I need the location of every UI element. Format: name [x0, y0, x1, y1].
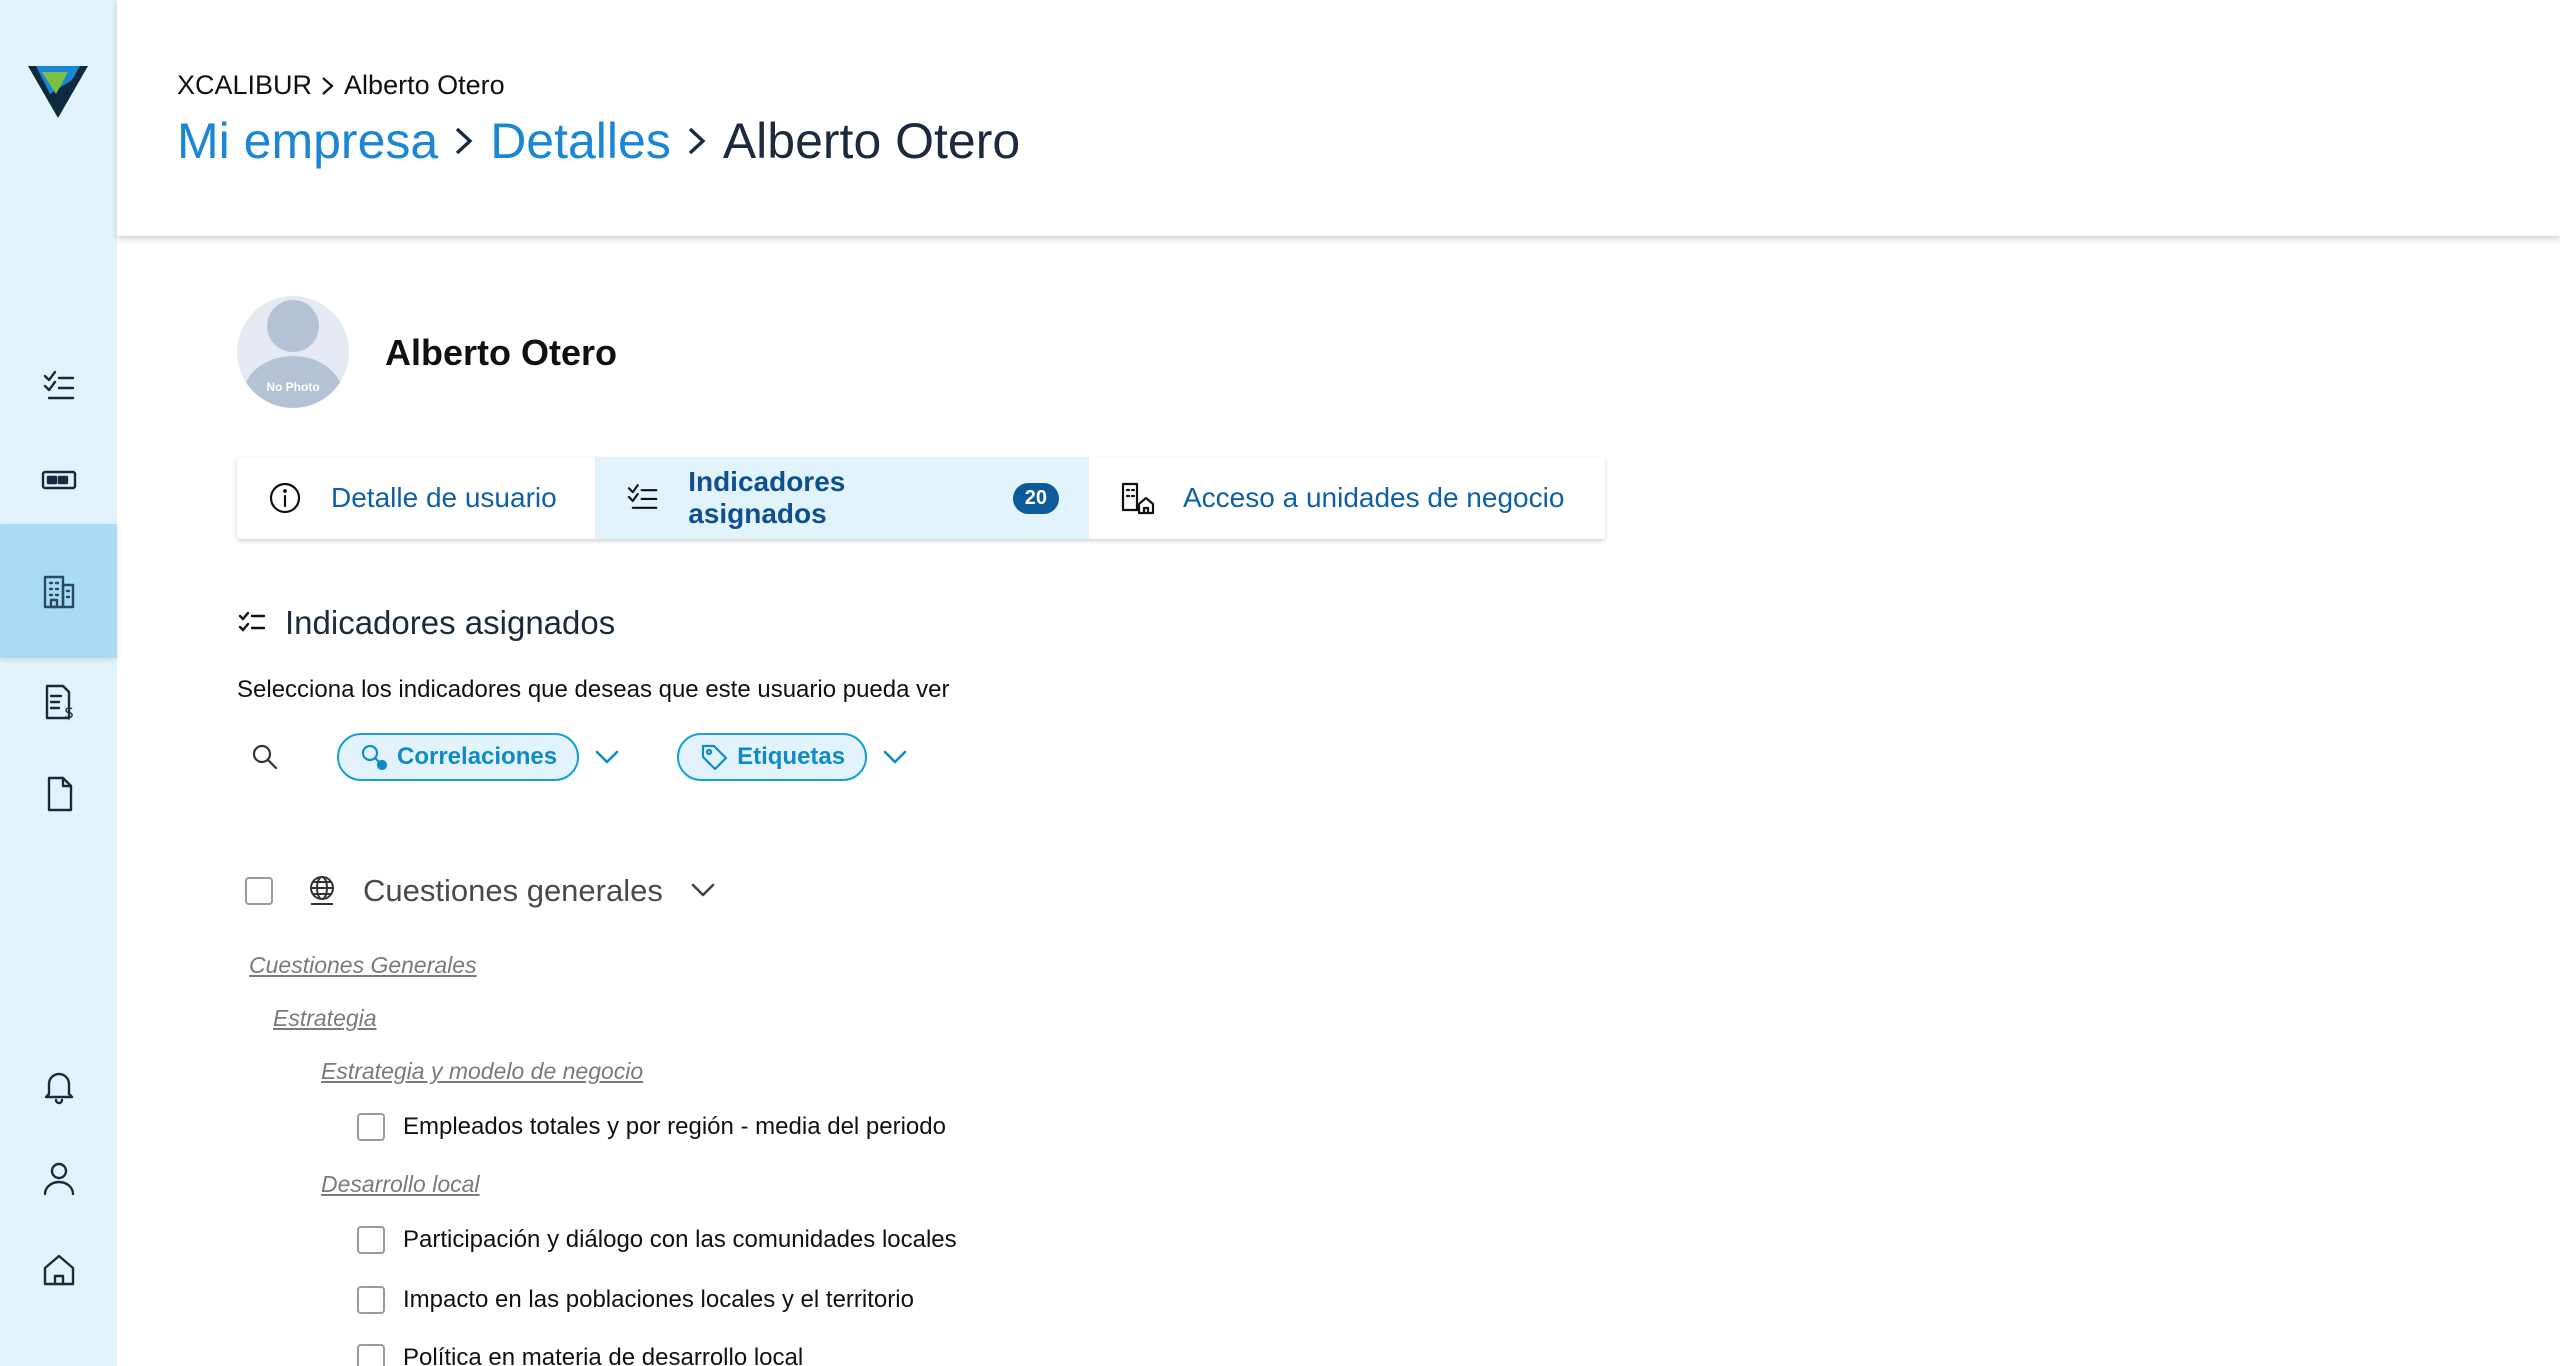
checklist-icon [627, 484, 658, 509]
chevron-down-icon [691, 883, 715, 897]
category-estrategia[interactable]: Estrategia [273, 1005, 377, 1032]
section-title: Indicadores asignados [237, 604, 615, 642]
correlaciones-chip[interactable]: Correlaciones [337, 733, 580, 781]
count-badge: 20 [1012, 482, 1059, 514]
group-row: Cuestiones generales [245, 873, 719, 909]
item-checkbox[interactable] [357, 1113, 385, 1141]
sidebar: $ [0, 0, 117, 1366]
search-button[interactable] [237, 732, 293, 782]
tab-acceso-unidades[interactable]: Acceso a unidades de negocio [1089, 457, 1605, 539]
card-icon[interactable] [0, 440, 117, 520]
chevron-right-icon [322, 76, 334, 95]
document-icon[interactable] [0, 754, 117, 834]
checklist-icon [238, 611, 266, 632]
building-home-icon [1121, 482, 1155, 515]
chip-label: Correlaciones [397, 743, 558, 770]
chevron-down-icon [595, 750, 619, 764]
item-label: Política en materia de desarrollo local [403, 1344, 804, 1366]
correlation-icon [361, 744, 388, 771]
list-item: Participación y diálogo con las comunida… [357, 1226, 957, 1254]
etiquetas-chip[interactable]: Etiquetas [677, 733, 868, 781]
xcalibur-logo[interactable] [28, 64, 88, 118]
item-label: Participación y diálogo con las comunida… [403, 1226, 957, 1253]
breadcrumb-mi-empresa[interactable]: Mi empresa [177, 112, 438, 170]
chevron-right-icon [456, 127, 473, 155]
avatar-placeholder-text: No Photo [266, 380, 320, 394]
list-item: Política en materia de desarrollo local [357, 1344, 803, 1366]
item-label: Impacto en las poblaciones locales y el … [403, 1286, 914, 1313]
category-cuestiones-generales[interactable]: Cuestiones Generales [249, 952, 477, 979]
tab-label: Detalle de usuario [331, 482, 557, 513]
search-icon [252, 744, 278, 770]
section-subtitle: Selecciona los indicadores que deseas qu… [237, 676, 950, 703]
profile-name: Alberto Otero [385, 332, 618, 373]
building-icon[interactable] [0, 524, 117, 658]
chevron-right-icon [688, 127, 706, 155]
globe-icon [305, 873, 341, 909]
section-heading: Indicadores asignados [285, 604, 616, 641]
etiquetas-dropdown[interactable] [875, 737, 915, 777]
group-label: Cuestiones generales [363, 873, 663, 908]
correlaciones-dropdown[interactable] [587, 737, 627, 777]
filter-bar: Correlaciones Etiquetas [237, 732, 915, 782]
page-title-breadcrumb: Mi empresa Detalles Alberto Otero [177, 112, 1020, 170]
page-header: XCALIBUR Alberto Otero Mi empresa Detall… [117, 0, 2560, 236]
item-checkbox[interactable] [357, 1344, 385, 1366]
tab-indicadores-asignados[interactable]: Indicadores asignados 20 [595, 457, 1089, 539]
group-checkbox[interactable] [245, 877, 273, 905]
breadcrumb-current-page: Alberto Otero [722, 113, 1021, 169]
chevron-down-icon [883, 750, 907, 764]
tag-icon [701, 744, 728, 771]
checklist-icon[interactable] [0, 346, 117, 426]
invoice-icon[interactable]: $ [0, 662, 117, 742]
list-item: Empleados totales y por región - media d… [357, 1113, 946, 1141]
item-checkbox[interactable] [357, 1226, 385, 1254]
tab-bar: Detalle de usuario Indicadores asignados… [237, 457, 1605, 539]
breadcrumb-current: Alberto Otero [344, 70, 505, 100]
svg-text:$: $ [64, 703, 74, 722]
list-item: Impacto en las poblaciones locales y el … [357, 1286, 914, 1314]
tab-label: Indicadores asignados [688, 466, 846, 529]
category-estrategia-modelo[interactable]: Estrategia y modelo de negocio [321, 1058, 643, 1085]
user-icon[interactable] [0, 1138, 117, 1218]
home-icon[interactable] [0, 1230, 117, 1310]
category-desarrollo-local[interactable]: Desarrollo local [321, 1171, 480, 1198]
item-label: Empleados totales y por región - media d… [403, 1113, 946, 1140]
bell-icon[interactable] [0, 1046, 117, 1126]
breadcrumb-root[interactable]: XCALIBUR [177, 70, 312, 101]
group-expand-toggle[interactable] [689, 876, 719, 906]
tab-detalle-usuario[interactable]: Detalle de usuario [237, 457, 595, 539]
chip-label: Etiquetas [737, 743, 846, 770]
breadcrumb-small: XCALIBUR Alberto Otero [177, 70, 505, 101]
breadcrumb-detalles[interactable]: Detalles [490, 112, 671, 170]
info-icon [269, 482, 301, 514]
avatar: No Photo [237, 296, 349, 408]
item-checkbox[interactable] [357, 1286, 385, 1314]
tab-label: Acceso a unidades de negocio [1183, 482, 1565, 513]
